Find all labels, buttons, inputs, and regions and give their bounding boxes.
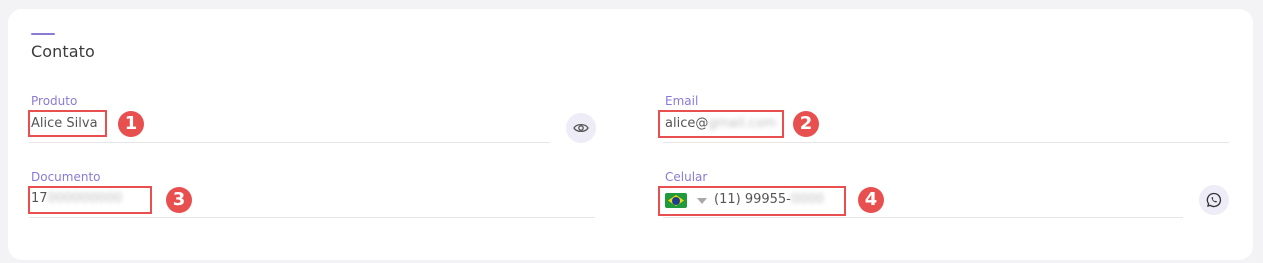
produto-highlight-box	[28, 110, 107, 137]
badge-1: 1	[118, 111, 144, 137]
celular-highlight-box	[658, 186, 846, 216]
badge-2: 2	[793, 111, 819, 137]
email-underline	[663, 142, 1229, 143]
celular-underline	[663, 217, 1183, 218]
produto-label: Produto	[31, 94, 78, 108]
whatsapp-button[interactable]	[1199, 185, 1229, 215]
documento-underline	[29, 217, 595, 218]
documento-label: Documento	[31, 170, 101, 184]
reveal-button[interactable]	[566, 113, 596, 143]
documento-highlight-box	[28, 186, 152, 214]
badge-4: 4	[858, 187, 884, 213]
section-accent-line	[31, 33, 55, 35]
section-title: Contato	[31, 42, 95, 61]
produto-underline	[29, 142, 550, 143]
email-label: Email	[665, 94, 699, 108]
badge-3: 3	[166, 187, 192, 213]
whatsapp-icon	[1206, 192, 1222, 208]
eye-icon	[573, 123, 589, 133]
contact-card	[8, 9, 1253, 260]
email-highlight-box	[658, 110, 784, 138]
celular-label: Celular	[665, 170, 708, 184]
